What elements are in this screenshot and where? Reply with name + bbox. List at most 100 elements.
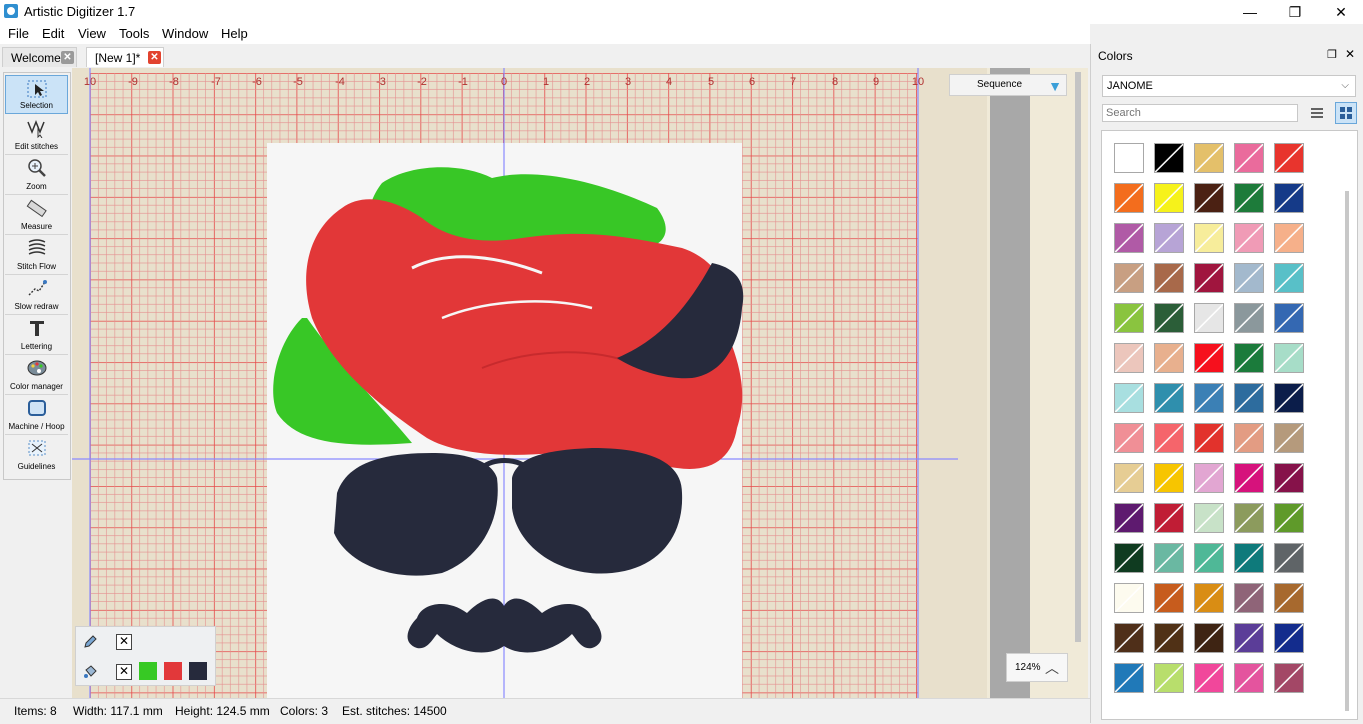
color-swatch[interactable] — [1234, 263, 1264, 293]
no-fill-swatch[interactable]: ✕ — [116, 664, 132, 680]
color-swatch[interactable] — [1154, 463, 1184, 493]
color-swatch[interactable] — [1234, 343, 1264, 373]
color-swatch[interactable] — [1274, 623, 1304, 653]
color-chip-green[interactable] — [139, 662, 157, 680]
grid-view-button[interactable] — [1335, 102, 1357, 124]
tool-stitch-flow[interactable]: Stitch Flow — [5, 235, 68, 275]
color-swatch[interactable] — [1194, 543, 1224, 573]
color-swatch[interactable] — [1274, 183, 1304, 213]
swatch-scrollbar[interactable] — [1345, 191, 1349, 711]
restore-button[interactable]: ❐ — [1272, 0, 1318, 24]
tool-guidelines[interactable]: Guidelines — [5, 435, 68, 474]
color-swatch[interactable] — [1234, 303, 1264, 333]
color-swatch[interactable] — [1234, 583, 1264, 613]
color-search-input[interactable] — [1102, 104, 1298, 122]
color-swatch[interactable] — [1274, 383, 1304, 413]
color-swatch[interactable] — [1114, 543, 1144, 573]
color-swatch[interactable] — [1114, 143, 1144, 173]
color-swatch[interactable] — [1234, 143, 1264, 173]
canvas-scrollbar[interactable] — [1073, 72, 1083, 642]
color-swatch[interactable] — [1114, 463, 1144, 493]
color-swatch[interactable] — [1194, 623, 1224, 653]
color-swatch[interactable] — [1194, 463, 1224, 493]
tool-edit-stitches[interactable]: Edit stitches — [5, 115, 68, 155]
color-swatch[interactable] — [1114, 383, 1144, 413]
tool-selection[interactable]: Selection — [5, 75, 68, 114]
color-swatch[interactable] — [1114, 663, 1144, 693]
color-swatch[interactable] — [1194, 263, 1224, 293]
tool-machine-hoop[interactable]: Machine / Hoop — [5, 395, 68, 435]
color-swatch[interactable] — [1194, 303, 1224, 333]
no-outline-swatch[interactable]: ✕ — [116, 634, 132, 650]
color-swatch[interactable] — [1274, 223, 1304, 253]
palette-select[interactable]: JANOME ⌵ — [1102, 75, 1356, 97]
color-swatch[interactable] — [1234, 463, 1264, 493]
scroll-thumb[interactable] — [1075, 72, 1081, 642]
color-swatch[interactable] — [1114, 303, 1144, 333]
color-swatch[interactable] — [1154, 543, 1184, 573]
list-view-button[interactable] — [1306, 102, 1328, 124]
design-canvas[interactable]: 10 -9 -8 -7 -6 -5 -4 -3 -2 -1 01 23 45 67 89 … — [72, 68, 1088, 698]
color-swatch[interactable] — [1154, 383, 1184, 413]
color-swatch[interactable] — [1234, 383, 1264, 413]
color-swatch[interactable] — [1234, 423, 1264, 453]
menu-tools[interactable]: Tools — [119, 26, 149, 41]
color-swatch[interactable] — [1154, 183, 1184, 213]
color-swatch[interactable] — [1234, 663, 1264, 693]
tab-new-1[interactable]: [New 1]* ✕ — [86, 47, 164, 67]
color-swatch[interactable] — [1154, 143, 1184, 173]
color-swatch[interactable] — [1154, 263, 1184, 293]
color-swatch[interactable] — [1114, 423, 1144, 453]
color-swatch[interactable] — [1194, 663, 1224, 693]
sequence-dropdown[interactable]: Sequence ▼ — [949, 74, 1067, 96]
menu-window[interactable]: Window — [162, 26, 208, 41]
zoom-control[interactable]: 124% ︿ — [1006, 653, 1068, 682]
color-swatch[interactable] — [1234, 183, 1264, 213]
color-swatch[interactable] — [1274, 663, 1304, 693]
color-swatch[interactable] — [1154, 623, 1184, 653]
color-swatch[interactable] — [1194, 423, 1224, 453]
close-icon[interactable]: ✕ — [148, 51, 161, 64]
close-window-button[interactable]: ✕ — [1318, 0, 1363, 24]
color-swatch[interactable] — [1274, 263, 1304, 293]
color-swatch[interactable] — [1154, 303, 1184, 333]
color-swatch[interactable] — [1154, 583, 1184, 613]
tool-measure[interactable]: Measure — [5, 195, 68, 235]
color-swatch[interactable] — [1274, 503, 1304, 533]
menu-file[interactable]: File — [8, 26, 29, 41]
color-swatch[interactable] — [1274, 143, 1304, 173]
color-swatch[interactable] — [1114, 223, 1144, 253]
menu-help[interactable]: Help — [221, 26, 248, 41]
color-swatch[interactable] — [1114, 343, 1144, 373]
color-swatch[interactable] — [1234, 543, 1264, 573]
color-swatch[interactable] — [1234, 623, 1264, 653]
chevron-up-icon[interactable]: ︿ — [1045, 658, 1059, 678]
color-swatch[interactable] — [1154, 343, 1184, 373]
color-swatch[interactable] — [1114, 263, 1144, 293]
color-swatch[interactable] — [1194, 183, 1224, 213]
minimize-button[interactable]: — — [1227, 0, 1273, 24]
color-swatch[interactable] — [1274, 583, 1304, 613]
color-swatch[interactable] — [1154, 223, 1184, 253]
fill-bucket-icon[interactable] — [82, 664, 98, 680]
color-swatch[interactable] — [1194, 383, 1224, 413]
color-swatch[interactable] — [1114, 503, 1144, 533]
color-swatch[interactable] — [1274, 543, 1304, 573]
menu-edit[interactable]: Edit — [42, 26, 64, 41]
close-icon[interactable]: ✕ — [61, 51, 74, 64]
color-swatch[interactable] — [1194, 503, 1224, 533]
tool-zoom[interactable]: Zoom — [5, 155, 68, 195]
tab-welcome[interactable]: Welcome ✕ — [2, 47, 77, 67]
color-swatch[interactable] — [1154, 423, 1184, 453]
color-swatch[interactable] — [1194, 223, 1224, 253]
color-swatch[interactable] — [1194, 583, 1224, 613]
color-swatch[interactable] — [1274, 463, 1304, 493]
color-swatch[interactable] — [1194, 343, 1224, 373]
color-swatch[interactable] — [1114, 183, 1144, 213]
color-chip-dark[interactable] — [189, 662, 207, 680]
color-swatch[interactable] — [1194, 143, 1224, 173]
color-swatch[interactable] — [1234, 503, 1264, 533]
color-chip-red[interactable] — [164, 662, 182, 680]
tool-slow-redraw[interactable]: Slow redraw — [5, 275, 68, 315]
color-swatch[interactable] — [1154, 503, 1184, 533]
